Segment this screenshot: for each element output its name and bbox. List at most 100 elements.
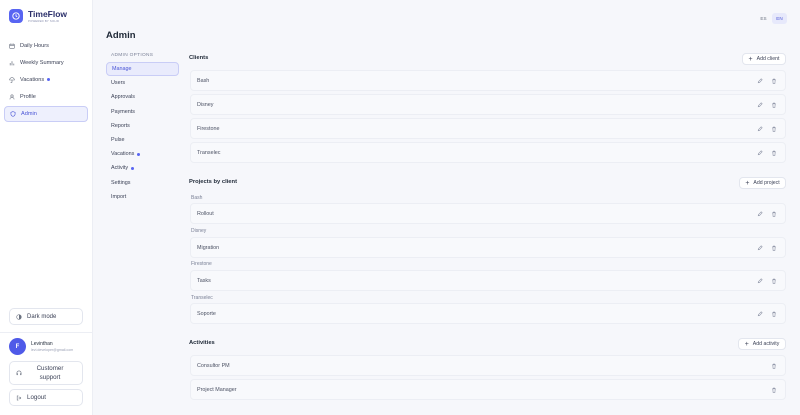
admin-option-label: Manage [112,66,132,73]
admin-option-vacations[interactable]: Vacations [106,147,179,161]
trash-icon[interactable] [771,245,777,251]
activity-name: Project Manager [197,386,237,393]
edit-icon[interactable] [757,311,763,317]
umbrella-icon [9,77,15,83]
sidebar-item-daily-hours[interactable]: Daily Hours [4,38,88,54]
notification-dot [131,166,135,170]
project-row[interactable]: Rollout [190,203,786,224]
edit-icon[interactable] [757,78,763,84]
admin-option-reports[interactable]: Reports [106,119,179,133]
sidebar-item-admin[interactable]: Admin [4,105,88,122]
admin-option-settings[interactable]: Settings [106,176,179,190]
trash-icon[interactable] [771,311,777,317]
admin-options-menu: Manage Users Approvals Payments Reports … [106,62,179,204]
user-card[interactable]: F Levinthan levi.developer@gmail.com [9,338,83,355]
admin-options-title: ADMIN OPTIONS [111,53,154,58]
bar-chart-icon [9,60,15,66]
add-project-button[interactable]: + Add project [739,177,786,189]
activity-row[interactable]: Consultor PM [190,355,786,376]
edit-icon[interactable] [757,126,763,132]
activity-name: Consultor PM [197,362,230,369]
plus-icon: + [745,179,750,187]
projects-section-title: Projects by client [189,179,238,185]
sidebar-nav: Daily Hours Weekly Summary Vacations Pro… [4,38,88,122]
admin-option-label: Pulse [111,137,125,144]
contrast-icon [16,313,22,320]
admin-option-label: Users [111,80,126,87]
user-name: Levinthan [31,340,53,347]
add-activity-label: Add activity [752,341,780,347]
lang-es-button[interactable]: ES [756,13,771,24]
trash-icon[interactable] [771,78,777,84]
sidebar-item-label: Profile [20,93,36,100]
dark-mode-label: Dark mode [27,313,57,320]
avatar: F [9,338,26,355]
admin-option-manage[interactable]: Manage [106,62,179,77]
project-row[interactable]: Tasks [190,270,786,291]
trash-icon[interactable] [771,126,777,132]
dark-mode-toggle[interactable]: Dark mode [9,308,83,325]
edit-icon[interactable] [757,211,763,217]
trash-icon[interactable] [771,150,777,156]
user-email: levi.developer@gmail.com [31,347,74,352]
project-row[interactable]: Soporte [190,303,786,324]
brand-tagline: POWERED BY SOLID [28,18,60,23]
brand[interactable]: TimeFlow POWERED BY SOLID [9,9,67,23]
sidebar-item-label: Vacations [20,76,45,83]
edit-icon[interactable] [757,102,763,108]
brand-name: TimeFlow [28,8,68,19]
client-row[interactable]: Firestone [190,118,786,139]
sidebar-item-weekly-summary[interactable]: Weekly Summary [4,55,88,71]
project-group-client: Bash [191,195,203,201]
trash-icon[interactable] [771,102,777,108]
clients-section-title: Clients [189,55,209,61]
project-group-client: Disney [191,228,207,234]
sidebar-item-profile[interactable]: Profile [4,89,88,105]
logout-label: Logout [27,394,46,401]
trash-icon[interactable] [771,387,777,393]
language-switcher: ES EN [756,13,787,24]
sidebar-item-vacations[interactable]: Vacations [4,72,88,88]
project-row[interactable]: Migration [190,237,786,258]
client-row[interactable]: Bash [190,70,786,91]
edit-icon[interactable] [757,150,763,156]
client-row[interactable]: Disney [190,94,786,115]
client-name: Bash [197,77,210,84]
add-client-label: Add client [756,56,780,62]
activities-section-title: Activities [189,340,215,346]
edit-icon[interactable] [757,245,763,251]
admin-option-label: Payments [111,108,135,115]
project-name: Soporte [197,310,216,317]
admin-option-import[interactable]: Import [106,190,179,204]
admin-option-label: Approvals [111,94,135,101]
clock-icon [9,9,23,23]
admin-option-label: Settings [111,179,131,186]
admin-option-approvals[interactable]: Approvals [106,90,179,104]
shield-icon [10,110,16,117]
admin-option-label: Reports [111,122,130,129]
add-activity-button[interactable]: + Add activity [738,338,786,350]
trash-icon[interactable] [771,211,777,217]
admin-option-activity[interactable]: Activity [106,161,179,175]
plus-icon: + [748,55,753,63]
admin-option-payments[interactable]: Payments [106,105,179,119]
calendar-icon [9,43,15,49]
trash-icon[interactable] [771,278,777,284]
admin-option-label: Vacations [111,151,135,158]
project-group-client: Transelec [191,295,213,301]
project-name: Rollout [197,210,214,217]
lang-en-button[interactable]: EN [772,13,787,24]
customer-support-button[interactable]: Customer support [9,361,83,385]
edit-icon[interactable] [757,278,763,284]
client-name: Transelec [197,149,221,156]
notification-dot [47,78,51,82]
add-client-button[interactable]: + Add client [742,53,786,65]
trash-icon[interactable] [771,363,777,369]
admin-option-pulse[interactable]: Pulse [106,133,179,147]
client-row[interactable]: Transelec [190,142,786,163]
admin-option-label: Import [111,193,127,200]
admin-option-users[interactable]: Users [106,76,179,90]
activity-row[interactable]: Project Manager [190,379,786,400]
logout-button[interactable]: Logout [9,389,83,406]
sidebar-item-label: Admin [21,110,37,117]
